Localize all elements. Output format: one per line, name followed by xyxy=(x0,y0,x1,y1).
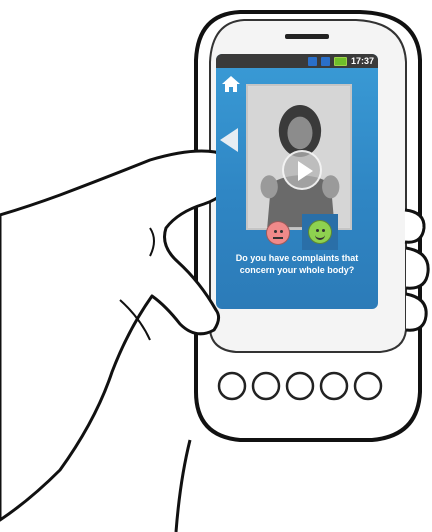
play-button[interactable] xyxy=(282,150,322,190)
sad-face-button[interactable] xyxy=(266,221,290,245)
bluetooth-icon xyxy=(307,56,317,66)
sad-face-mouth xyxy=(273,237,283,243)
wrist-line xyxy=(174,439,192,532)
sign-language-video[interactable] xyxy=(246,84,352,230)
sad-face-eye xyxy=(274,230,277,233)
battery-icon xyxy=(333,56,347,66)
hand-fingers-right xyxy=(404,208,430,332)
back-arrow-icon[interactable] xyxy=(220,128,238,152)
question-line-1: Do you have complaints that xyxy=(235,253,359,263)
signal-icon xyxy=(320,56,330,66)
happy-face-eye xyxy=(316,229,319,232)
sad-face-eye xyxy=(280,230,283,233)
happy-face-button[interactable] xyxy=(308,220,332,244)
question-text: Do you have complaints that concern your… xyxy=(216,252,378,276)
phone-screen: 17:37 Do you have complaints that concer… xyxy=(216,54,378,309)
status-bar: 17:37 xyxy=(216,54,378,68)
happy-face-eye xyxy=(322,229,325,232)
status-time: 17:37 xyxy=(350,56,374,66)
question-line-2: concern your whole body? xyxy=(239,265,355,275)
home-icon[interactable] xyxy=(221,75,241,93)
speaker-slot xyxy=(285,34,329,39)
happy-face-mouth xyxy=(315,234,325,240)
